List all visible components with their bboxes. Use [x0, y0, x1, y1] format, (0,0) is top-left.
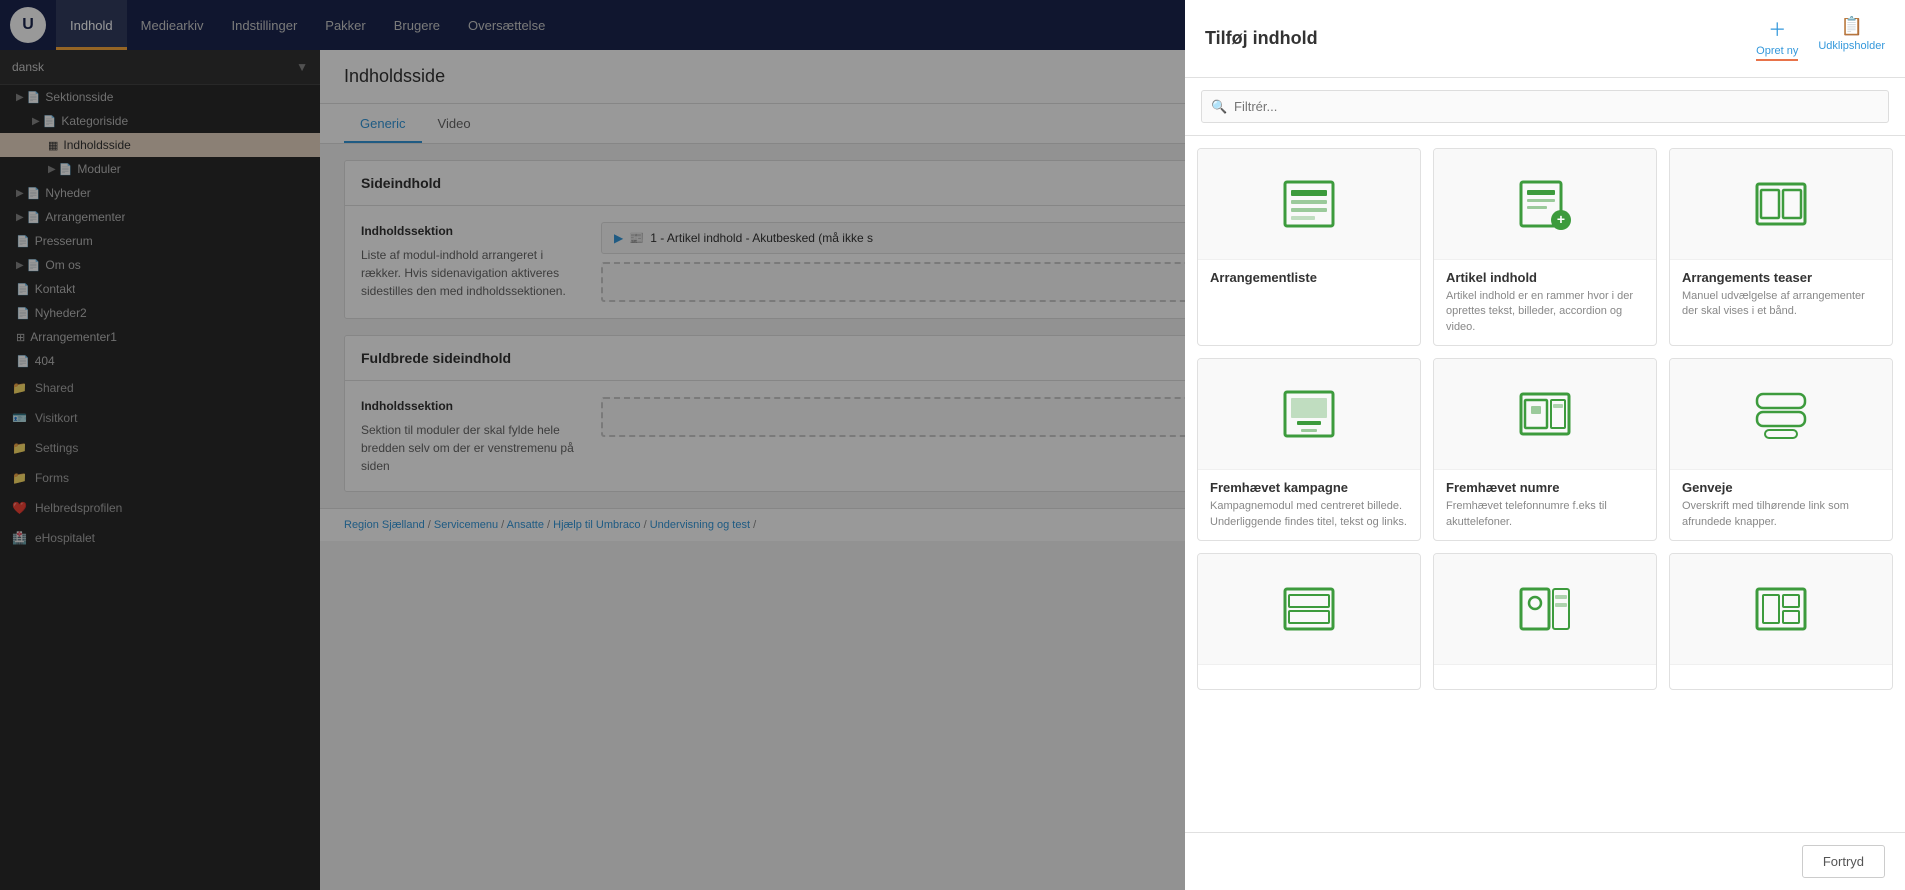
modal-title: Tilføj indhold: [1205, 28, 1318, 49]
artikel-indhold-icon: +: [1517, 176, 1573, 232]
card9-icon: [1753, 581, 1809, 637]
card-desc: Artikel indhold er en rammer hvor i der …: [1446, 289, 1644, 335]
card-arrangements-teaser[interactable]: Arrangements teaser Manuel udvælgelse af…: [1669, 148, 1893, 346]
create-new-button[interactable]: ＋ Opret ny: [1756, 16, 1798, 61]
card-desc: Fremhævet telefonnumre f.eks til akuttel…: [1446, 499, 1644, 530]
card-info: Artikel indhold Artikel indhold er en ra…: [1434, 259, 1656, 345]
card-title: Fremhævet numre: [1446, 480, 1644, 495]
modal-footer: Fortryd: [1185, 832, 1905, 890]
card-title: Genveje: [1682, 480, 1880, 495]
clipboard-icon: 📋: [1840, 16, 1862, 37]
clipboard-button[interactable]: 📋 Udklipsholder: [1818, 16, 1885, 61]
modal-header: Tilføj indhold ＋ Opret ny 📋 Udklipsholde…: [1185, 0, 1905, 78]
card-info: [1434, 664, 1656, 689]
add-content-panel: Tilføj indhold ＋ Opret ny 📋 Udklipsholde…: [1185, 0, 1905, 890]
cancel-button[interactable]: Fortryd: [1802, 845, 1885, 878]
card-desc: Overskrift med tilhørende link som afrun…: [1682, 499, 1880, 530]
card-info: Arrangements teaser Manuel udvælgelse af…: [1670, 259, 1892, 330]
card-info: Fremhævet numre Fremhævet telefonnumre f…: [1434, 469, 1656, 540]
card-title: Artikel indhold: [1446, 270, 1644, 285]
card-icon-area: [1198, 149, 1420, 259]
clipboard-label: Udklipsholder: [1818, 40, 1885, 52]
card-icon-area: [1198, 359, 1420, 469]
arrangements-teaser-icon: [1753, 176, 1809, 232]
create-new-label: Opret ny: [1756, 45, 1798, 57]
card-7[interactable]: [1197, 553, 1421, 690]
content-type-grid: Arrangementliste + Artikel indhold Artik…: [1185, 136, 1905, 832]
card-artikel-indhold[interactable]: + Artikel indhold Artikel indhold er en …: [1433, 148, 1657, 346]
genveje-icon: [1753, 386, 1809, 442]
fremhaevet-numre-icon: [1517, 386, 1573, 442]
card-info: Arrangementliste: [1198, 259, 1420, 299]
card-icon-area: [1434, 359, 1656, 469]
search-icon: 🔍: [1211, 99, 1227, 115]
card-icon-area: [1198, 554, 1420, 664]
card-desc: Kampagnemodul med centreret billede. Und…: [1210, 499, 1408, 530]
card-info: [1670, 664, 1892, 689]
card-9[interactable]: [1669, 553, 1893, 690]
card-8[interactable]: [1433, 553, 1657, 690]
card-genveje[interactable]: Genveje Overskrift med tilhørende link s…: [1669, 358, 1893, 541]
fremhaevet-kampagne-icon: [1281, 386, 1337, 442]
svg-text:+: +: [1557, 211, 1565, 227]
modal-actions: ＋ Opret ny 📋 Udklipsholder: [1756, 16, 1885, 61]
card-fremhaevet-numre[interactable]: Fremhævet numre Fremhævet telefonnumre f…: [1433, 358, 1657, 541]
card-title: Arrangementliste: [1210, 270, 1408, 285]
card-icon-area: +: [1434, 149, 1656, 259]
card-icon-area: [1670, 359, 1892, 469]
card-title: Fremhævet kampagne: [1210, 480, 1408, 495]
card7-icon: [1281, 581, 1337, 637]
card-info: Genveje Overskrift med tilhørende link s…: [1670, 469, 1892, 540]
card-title: Arrangements teaser: [1682, 270, 1880, 285]
card-fremhaevet-kampagne[interactable]: Fremhævet kampagne Kampagnemodul med cen…: [1197, 358, 1421, 541]
modal-search: 🔍: [1185, 78, 1905, 136]
card-icon-area: [1434, 554, 1656, 664]
search-input[interactable]: [1201, 90, 1889, 123]
search-wrapper: 🔍: [1201, 90, 1889, 123]
plus-icon: ＋: [1768, 16, 1786, 42]
arrangementliste-icon: [1281, 176, 1337, 232]
card-icon-area: [1670, 554, 1892, 664]
card-icon-area: [1670, 149, 1892, 259]
card-info: [1198, 664, 1420, 689]
card-arrangementliste[interactable]: Arrangementliste: [1197, 148, 1421, 346]
card-info: Fremhævet kampagne Kampagnemodul med cen…: [1198, 469, 1420, 540]
card8-icon: [1517, 581, 1573, 637]
card-desc: Manuel udvælgelse af arrangementer der s…: [1682, 289, 1880, 320]
